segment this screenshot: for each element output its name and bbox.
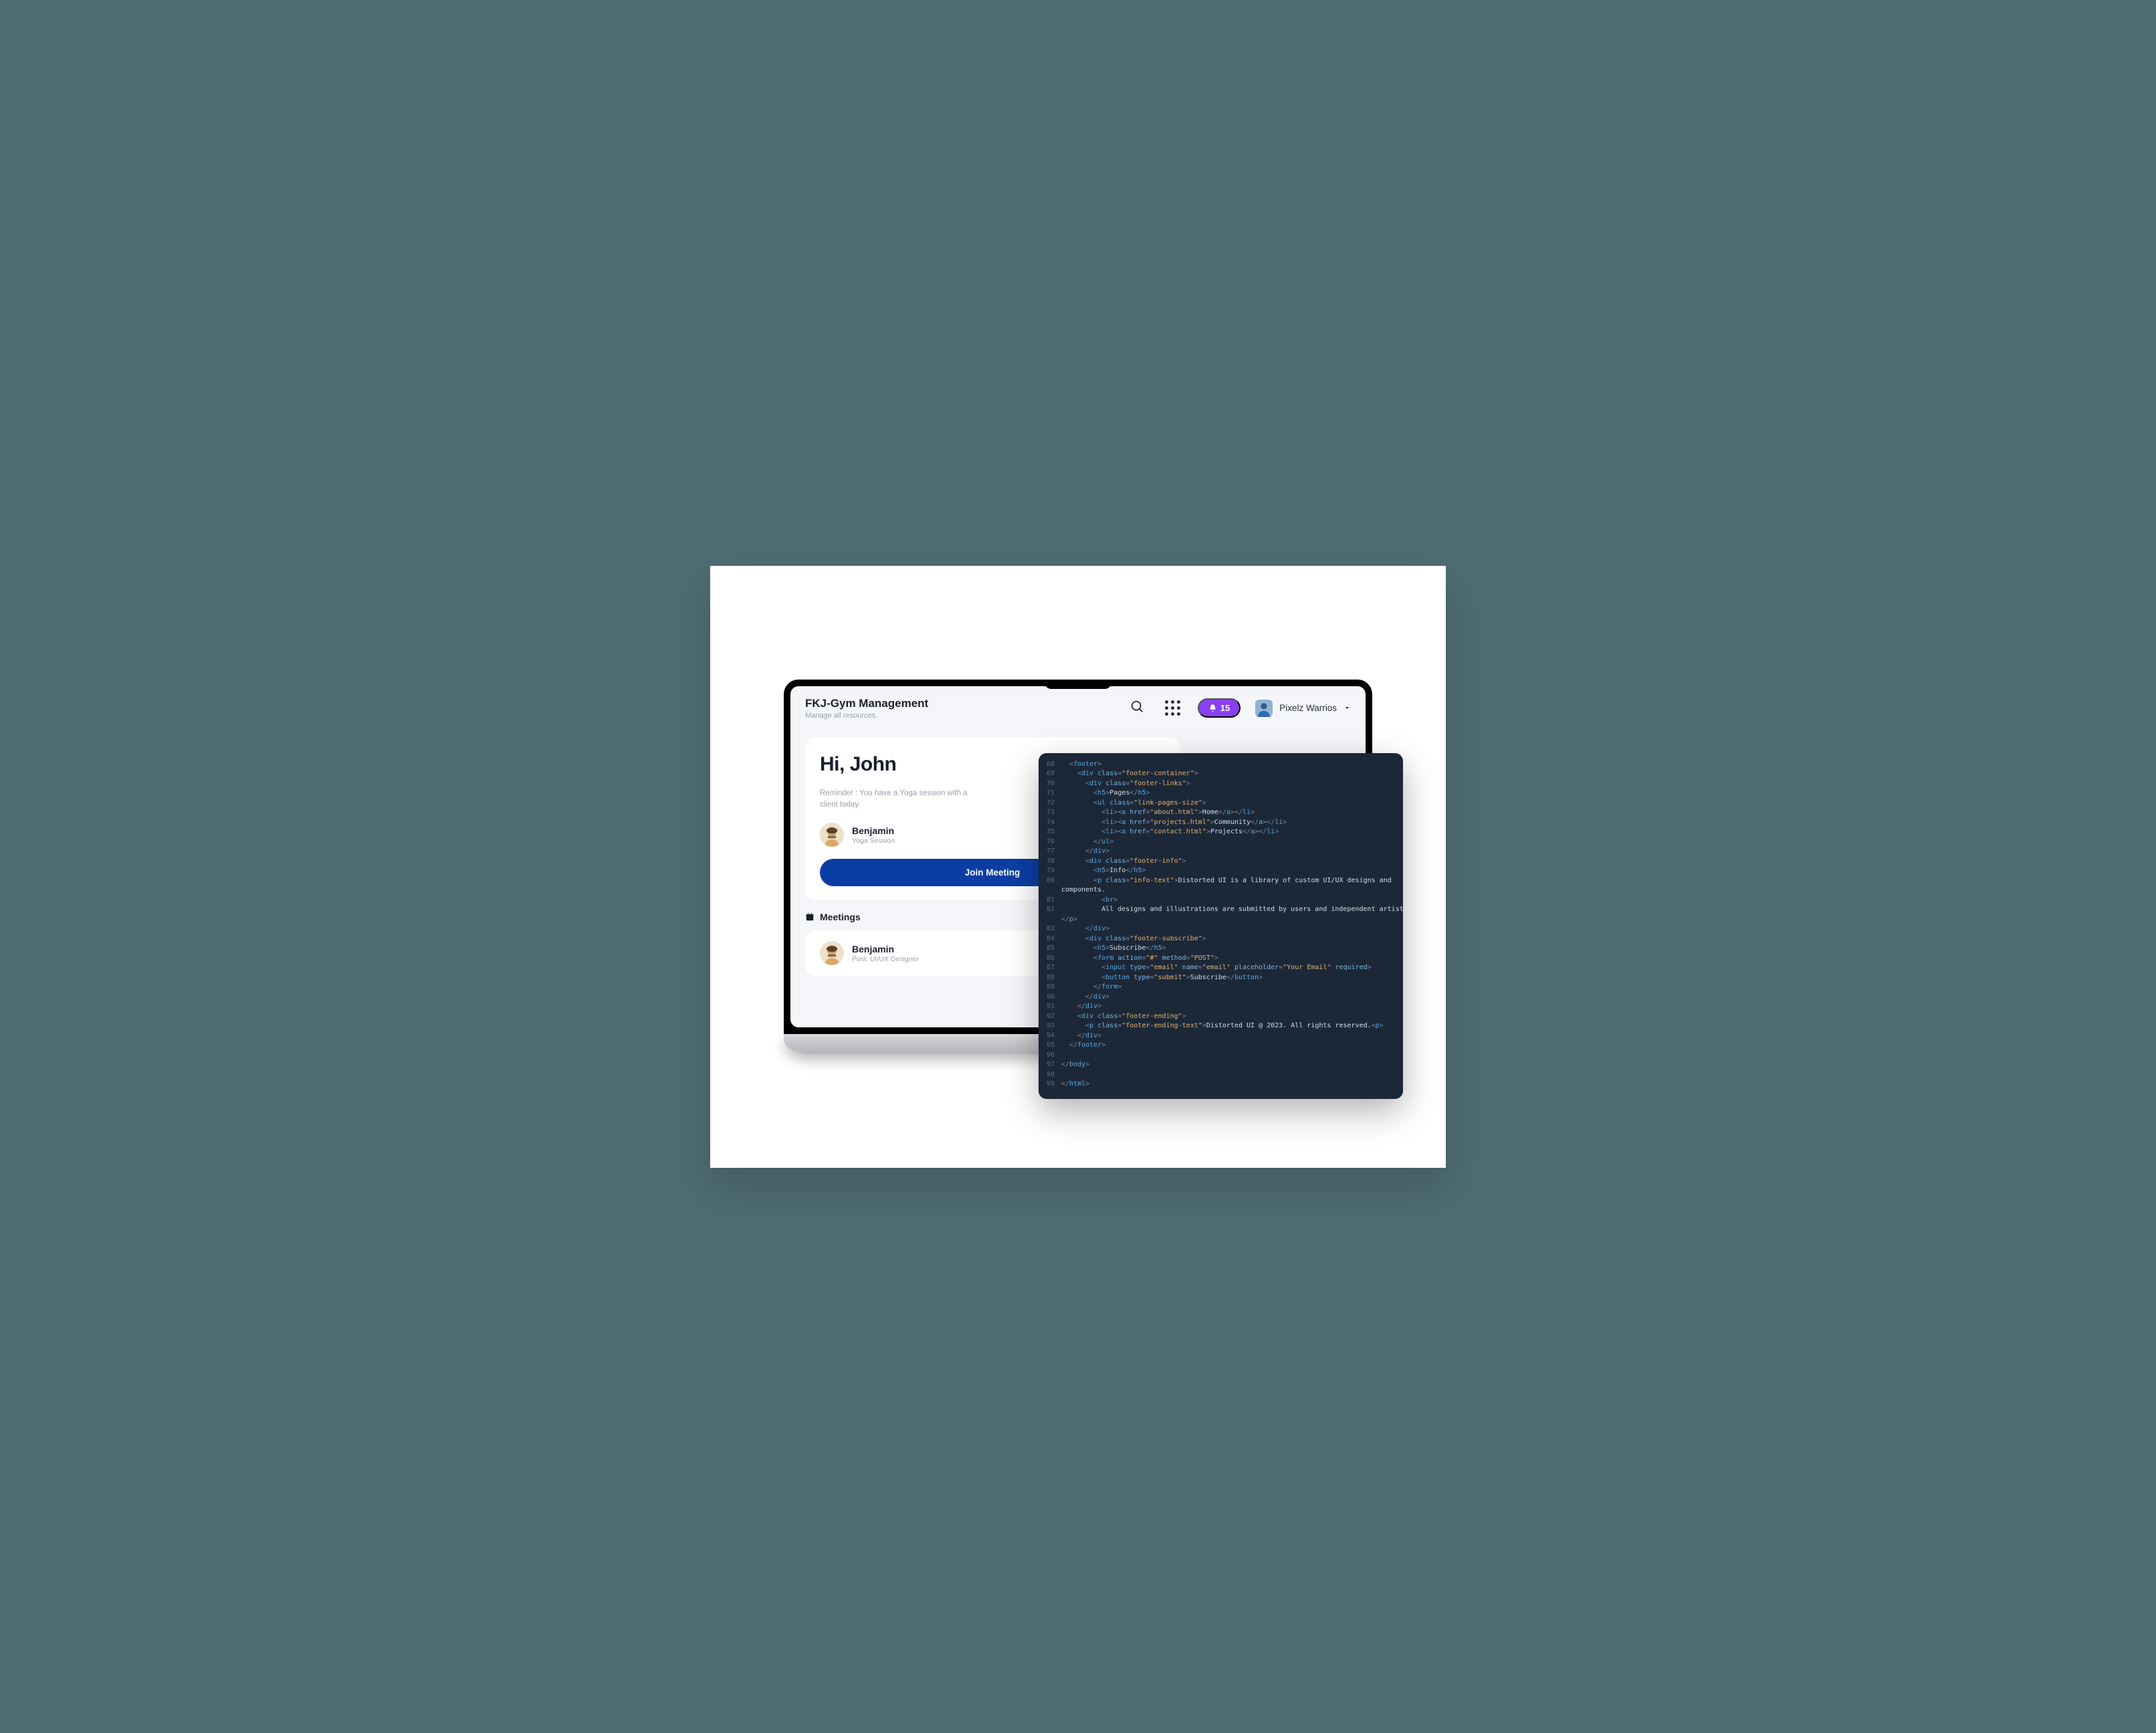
apps-grid-icon <box>1165 700 1180 716</box>
person-info: Benjamin Yoga Session <box>852 825 895 845</box>
meeting-info: Benjamin Post: UI/UX Designer <box>852 944 919 963</box>
stage: FKJ-Gym Management Manage all resources.… <box>710 566 1446 1168</box>
search-button[interactable] <box>1127 697 1148 719</box>
header: FKJ-Gym Management Manage all resources.… <box>805 697 1351 720</box>
code-body: 68 <footer>69 <div class="footer-contain… <box>1039 760 1403 1090</box>
person-avatar <box>820 823 844 847</box>
meetings-title: Meetings <box>820 912 861 922</box>
meeting-name: Benjamin <box>852 944 919 954</box>
meeting-sub: Post: UI/UX Designer <box>852 955 919 963</box>
chevron-down-icon <box>1343 704 1351 712</box>
header-title-block: FKJ-Gym Management Manage all resources. <box>805 697 928 720</box>
calendar-icon <box>805 912 815 922</box>
search-icon <box>1130 700 1145 714</box>
app-title: FKJ-Gym Management <box>805 697 928 710</box>
avatar <box>1255 700 1273 717</box>
user-name: Pixelz Warrios <box>1279 703 1337 713</box>
notifications-badge[interactable]: 15 <box>1198 698 1241 718</box>
user-menu[interactable]: Pixelz Warrios <box>1255 700 1351 717</box>
bell-icon <box>1208 704 1217 712</box>
notifications-count: 15 <box>1220 703 1230 713</box>
header-actions: 15 Pixelz Warrios <box>1127 697 1351 719</box>
person-sub: Yoga Session <box>852 837 895 845</box>
person-name: Benjamin <box>852 825 895 836</box>
notch <box>1045 680 1111 689</box>
code-window: 68 <footer>69 <div class="footer-contain… <box>1039 753 1403 1099</box>
meeting-avatar <box>820 941 844 965</box>
reminder-text: Reminder : You have a Yoga session with … <box>820 788 974 811</box>
app-subtitle: Manage all resources. <box>805 712 928 720</box>
apps-grid-button[interactable] <box>1162 698 1183 718</box>
